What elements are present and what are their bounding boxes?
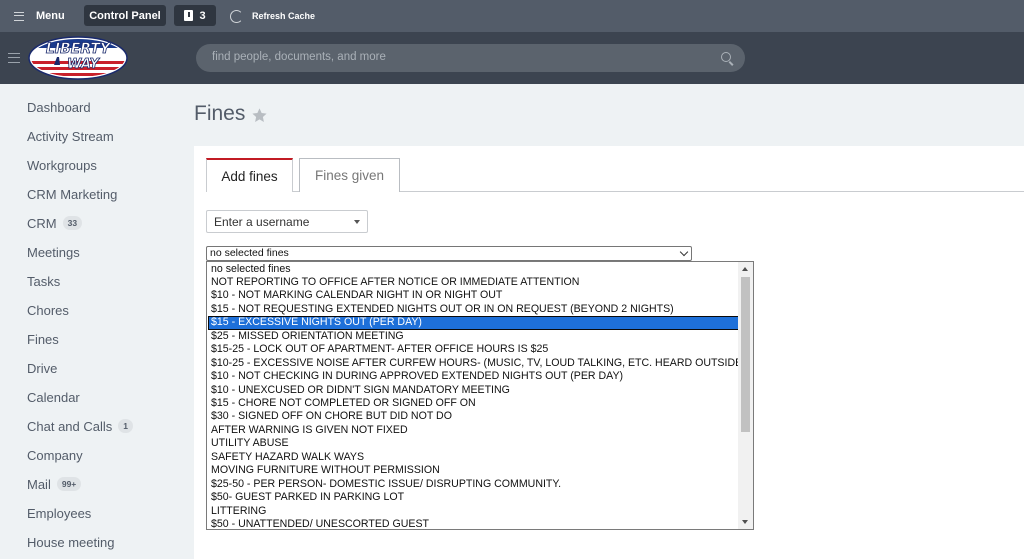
chevron-down-icon <box>679 247 689 257</box>
tab-add-fines[interactable]: Add fines <box>206 158 293 192</box>
fine-option[interactable]: AFTER WARNING IS GIVEN NOT FIXED <box>208 424 739 437</box>
sidebar-item-employees[interactable]: Employees <box>27 503 91 523</box>
notification-icon <box>184 10 194 21</box>
sidebar-item-dashboard[interactable]: Dashboard <box>27 97 91 117</box>
sidebar: Dashboard Activity Stream Workgroups CRM Ma… <box>0 84 180 559</box>
count-badge: 99+ <box>56 477 82 491</box>
search-icon[interactable] <box>721 52 731 62</box>
fine-option[interactable]: $10 - UNEXCUSED OR DIDN'T SIGN MANDATORY… <box>208 384 739 397</box>
count-badge: 1 <box>118 419 134 433</box>
sidebar-item-meetings[interactable]: Meetings <box>27 242 80 262</box>
sidebar-item-label: Employees <box>27 505 92 521</box>
fine-option[interactable]: $10 - NOT CHECKING IN DURING APPROVED EX… <box>208 370 739 383</box>
sidebar-item-label: Drive <box>27 360 58 376</box>
fines-listbox[interactable]: $50 - UNATTENDED/ UNESCORTED GUEST LITTER… <box>206 261 754 530</box>
fine-option[interactable]: $15-25 - LOCK OUT OF APARTMENT- AFTER OF… <box>208 343 739 356</box>
fine-option[interactable]: $10-25 - EXCESSIVE NOISE AFTER CURFEW HO… <box>208 357 739 370</box>
sidebar-item-label: Meetings <box>27 244 80 260</box>
fine-option[interactable]: MOVING FURNITURE WITHOUT PERMISSION <box>208 464 739 477</box>
sidebar-item-workgroups[interactable]: Workgroups <box>27 155 97 175</box>
sidebar-item-label: Fines <box>27 331 59 347</box>
sidebar-item-label: Workgroups <box>27 157 97 173</box>
fine-option[interactable]: $30 - SIGNED OFF ON CHORE BUT DID NOT DO <box>208 410 739 423</box>
sidebar-item-chat-and-calls[interactable]: Chat and Calls 1 <box>27 416 134 436</box>
search-bar[interactable]: find people, documents, and more <box>196 44 745 72</box>
sidebar-item-activity-stream[interactable]: Activity Stream <box>27 126 114 146</box>
sidebar-item-label: Chat and Calls <box>27 418 113 434</box>
fines-select-value: no selected fines <box>210 247 289 259</box>
listbox-scrollbar[interactable] <box>738 262 753 529</box>
scrollbar-thumb[interactable] <box>741 277 750 432</box>
header: LIBERTY WAY find people, documents, and … <box>0 32 1024 84</box>
fine-option[interactable]: no selected fines <box>208 263 739 276</box>
fine-option[interactable]: $25 - MISSED ORIENTATION MEETING <box>208 330 739 343</box>
fine-option[interactable]: $15 - NOT REQUESTING EXTENDED NIGHTS OUT… <box>208 303 739 316</box>
fine-option[interactable]: $15 - CHORE NOT COMPLETED OR SIGNED OFF … <box>208 397 739 410</box>
fine-option[interactable]: $50 - UNATTENDED/ UNESCORTED GUEST <box>208 518 739 529</box>
username-select-value: Enter a username <box>214 214 310 229</box>
username-select[interactable]: Enter a username <box>206 210 368 233</box>
fine-option[interactable]: $50- GUEST PARKED IN PARKING LOT <box>208 491 739 504</box>
fine-option[interactable]: $25-50 - PER PERSON- DOMESTIC ISSUE/ DIS… <box>208 478 739 491</box>
sidebar-item-tasks[interactable]: Tasks <box>27 271 60 291</box>
hamburger-icon <box>14 11 24 21</box>
svg-text:WAY: WAY <box>67 57 100 72</box>
sidebar-item-label: Company <box>27 447 83 463</box>
sidebar-item-label: Tasks <box>27 273 61 289</box>
fine-option[interactable]: $10 - NOT MARKING CALENDAR NIGHT IN OR N… <box>208 289 739 302</box>
refresh-icon <box>230 9 243 23</box>
fines-select[interactable]: no selected fines <box>206 246 692 261</box>
sidebar-toggle-icon[interactable] <box>8 53 20 63</box>
refresh-cache-button[interactable]: Refresh Cache <box>230 8 315 24</box>
svg-text:LIBERTY: LIBERTY <box>46 41 112 57</box>
fine-option[interactable]: NOT REPORTING TO OFFICE AFTER NOTICE OR … <box>208 276 739 289</box>
sidebar-item-calendar[interactable]: Calendar <box>27 387 80 407</box>
control-panel-button[interactable]: Control Panel <box>84 5 166 26</box>
menu-button[interactable]: Menu <box>14 7 65 25</box>
sidebar-item-label: CRM <box>27 215 57 231</box>
sidebar-item-house-meeting[interactable]: House meeting <box>27 532 114 552</box>
sidebar-item-label: Calendar <box>27 389 80 405</box>
tab-fines-given[interactable]: Fines given <box>299 158 400 192</box>
top-bar: Menu Control Panel 3 Refresh Cache <box>0 0 1024 32</box>
sidebar-item-label: Mail <box>27 476 51 492</box>
sidebar-item-label: House meeting <box>27 534 115 550</box>
notification-count: 3 <box>199 9 206 22</box>
sidebar-item-crm[interactable]: CRM 33 <box>27 213 83 233</box>
fine-option[interactable]: UTILITY ABUSE <box>208 437 739 450</box>
page-title: Fines <box>194 102 246 125</box>
sidebar-item-crm-marketing[interactable]: CRM Marketing <box>27 184 117 204</box>
sidebar-item-fines[interactable]: Fines <box>27 329 59 349</box>
sidebar-item-label: Dashboard <box>27 99 91 115</box>
star-icon[interactable] <box>251 107 268 124</box>
fine-option[interactable]: $15 - EXCESSIVE NIGHTS OUT (PER DAY) <box>208 316 739 330</box>
caret-down-icon <box>354 220 360 224</box>
sidebar-item-mail[interactable]: Mail 99+ <box>27 474 82 494</box>
sidebar-item-label: Chores <box>27 302 69 318</box>
sidebar-item-label: CRM Marketing <box>27 186 118 202</box>
refresh-cache-label: Refresh Cache <box>252 11 316 21</box>
scroll-down-icon[interactable] <box>742 520 748 524</box>
liberty-way-logo[interactable]: LIBERTY WAY <box>27 35 129 81</box>
fine-option[interactable]: LITTERING <box>208 505 739 518</box>
notifications-button[interactable]: 3 <box>174 5 216 26</box>
fine-option[interactable]: SAFETY HAZARD WALK WAYS <box>208 451 739 464</box>
scroll-up-icon[interactable] <box>742 267 748 271</box>
menu-label: Menu <box>36 10 65 22</box>
search-input[interactable]: find people, documents, and more <box>212 51 386 63</box>
sidebar-item-company[interactable]: Company <box>27 445 83 465</box>
sidebar-item-chores[interactable]: Chores <box>27 300 69 320</box>
sidebar-item-drive[interactable]: Drive <box>27 358 57 378</box>
count-badge: 33 <box>62 216 83 230</box>
sidebar-item-label: Activity Stream <box>27 128 114 144</box>
